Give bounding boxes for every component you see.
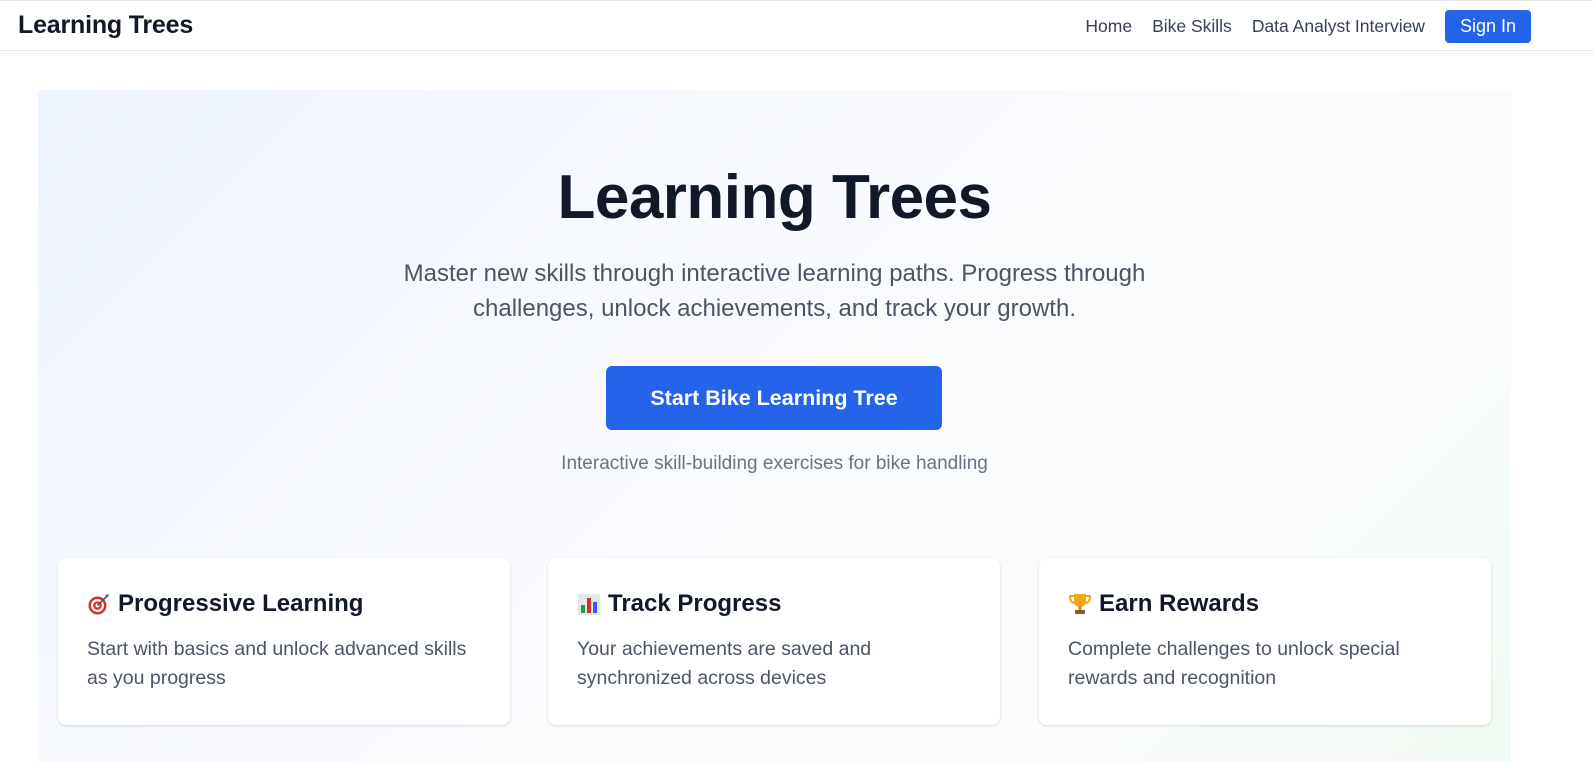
sign-in-button[interactable]: Sign In	[1444, 10, 1531, 43]
feature-card-description: Complete challenges to unlock special re…	[1068, 638, 1400, 689]
trophy-icon	[1068, 592, 1092, 616]
feature-card-track-progress: Track Progress Your achievements are sav…	[548, 558, 1000, 725]
bar-chart-icon	[577, 592, 601, 616]
brand-logo-text[interactable]: Learning Trees	[18, 11, 193, 40]
nav-link-data-analyst-interview[interactable]: Data Analyst Interview	[1252, 16, 1425, 37]
hero-title: Learning Trees	[557, 163, 992, 232]
feature-card-title: Earn Rewards	[1099, 590, 1260, 617]
nav-link-home[interactable]: Home	[1085, 16, 1132, 37]
feature-card-earn-rewards: Earn Rewards Complete challenges to unlo…	[1039, 558, 1491, 725]
feature-card-title: Track Progress	[608, 590, 782, 617]
top-navigation-bar: Learning Trees Home Bike Skills Data Ana…	[0, 0, 1593, 51]
hero-subtitle: Master new skills through interactive le…	[403, 260, 1146, 322]
main-nav: Home Bike Skills Data Analyst Interview …	[1085, 10, 1531, 43]
feature-card-title-row: Track Progress	[577, 588, 971, 620]
feature-card-progressive-learning: Progressive Learning Start with basics a…	[58, 558, 510, 725]
feature-card-title-row: Earn Rewards	[1068, 588, 1462, 620]
target-icon	[87, 592, 111, 616]
feature-card-title-row: Progressive Learning	[87, 588, 481, 620]
nav-link-bike-skills[interactable]: Bike Skills	[1152, 16, 1232, 37]
feature-card-title: Progressive Learning	[118, 590, 364, 617]
cta-caption: Interactive skill-building exercises for…	[561, 453, 988, 474]
feature-card-description: Start with basics and unlock advanced sk…	[87, 638, 467, 689]
feature-card-description: Your achievements are saved and synchron…	[577, 638, 872, 689]
start-bike-learning-tree-button[interactable]: Start Bike Learning Tree	[606, 366, 942, 430]
hero-section: Learning Trees Master new skills through…	[38, 90, 1511, 762]
